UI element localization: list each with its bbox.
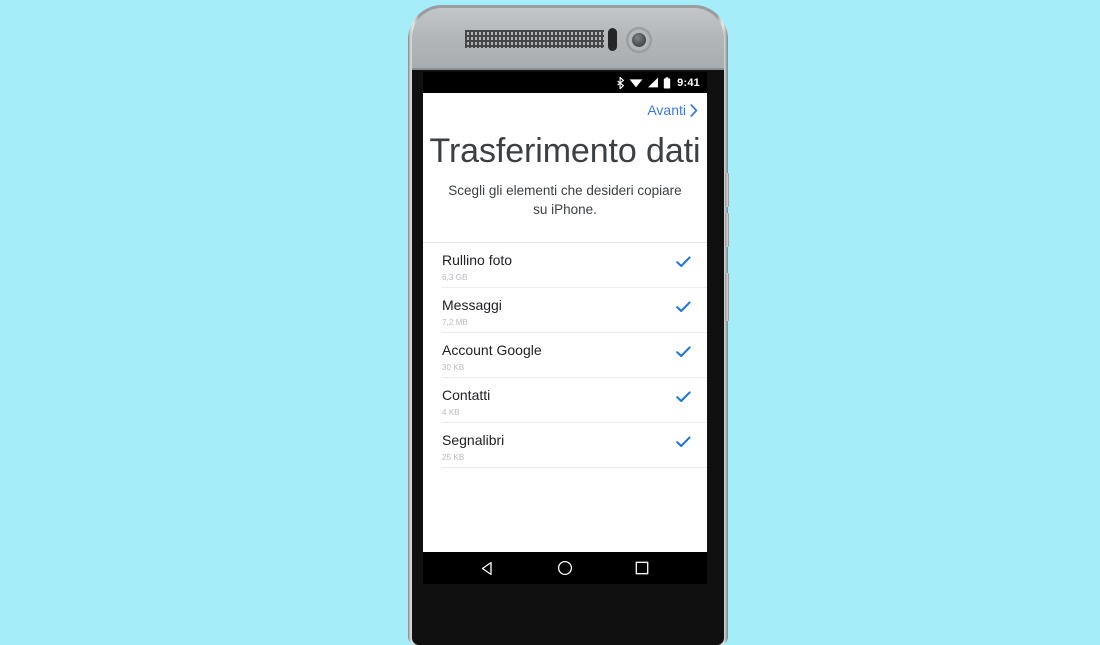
volume-up-button[interactable]: [725, 173, 729, 207]
next-button-label: Avanti: [647, 101, 686, 118]
proximity-sensor-icon: [608, 28, 617, 51]
list-item-label: Contatti: [442, 386, 491, 403]
signal-icon: [648, 77, 659, 88]
phone-device: 9:41 Avanti Trasferimento dati Scegli gl…: [408, 5, 729, 645]
app-content: Avanti Trasferimento dati Scegli gli ele…: [423, 93, 707, 552]
checkmark-icon[interactable]: [676, 301, 691, 313]
checkmark-icon[interactable]: [676, 346, 691, 358]
status-bar-icons: [617, 76, 671, 89]
back-button[interactable]: [471, 552, 505, 584]
checkmark-icon[interactable]: [676, 391, 691, 403]
list-item-text: Contatti 4 KB: [442, 387, 490, 417]
list-item-size: 30 KB: [442, 362, 465, 372]
checkmark-icon[interactable]: [676, 256, 691, 268]
list-item-label: Segnalibri: [442, 431, 505, 448]
list-item-label: Rullino foto: [442, 251, 513, 268]
list-item-size: 25 KB: [442, 452, 465, 462]
list-item[interactable]: Messaggi 7,2 MB: [423, 288, 707, 333]
page-subtitle: Scegli gli elementi che desideri copiare…: [448, 182, 682, 218]
battery-icon: [663, 76, 671, 88]
list-item-label: Messaggi: [442, 296, 502, 313]
volume-down-button[interactable]: [725, 213, 729, 247]
wallpaper-background: 9:41 Avanti Trasferimento dati Scegli gl…: [0, 0, 1100, 645]
list-item[interactable]: Segnalibri 25 KB: [423, 423, 707, 468]
square-icon: [635, 561, 649, 575]
android-navigation-bar: [423, 552, 707, 584]
list-item-text: Rullino foto 6,3 GB: [442, 252, 512, 282]
list-item-size: 6,3 GB: [442, 272, 468, 282]
next-button[interactable]: Avanti: [647, 103, 698, 117]
checkmark-icon[interactable]: [676, 436, 691, 448]
triangle-left-icon: [481, 561, 492, 575]
status-bar-clock: 9:41: [677, 76, 700, 89]
status-bar: 9:41: [423, 72, 707, 93]
bluetooth-icon: [617, 76, 625, 89]
page-title: Trasferimento dati: [429, 132, 701, 170]
wifi-icon: [629, 79, 643, 88]
list-item[interactable]: Contatti 4 KB: [423, 378, 707, 423]
home-button[interactable]: [548, 552, 582, 584]
power-button[interactable]: [725, 273, 729, 321]
chevron-right-icon: [690, 103, 698, 117]
list-item-text: Segnalibri 25 KB: [442, 432, 504, 462]
transfer-items-list: Rullino foto 6,3 GB Messaggi 7,2 MB Acco…: [423, 241, 707, 468]
recents-button[interactable]: [625, 552, 659, 584]
list-item[interactable]: Account Google 30 KB: [423, 333, 707, 378]
list-item-size: 7,2 MB: [442, 317, 468, 327]
list-item-label: Account Google: [442, 341, 542, 358]
list-item-text: Messaggi 7,2 MB: [442, 297, 502, 327]
list-item[interactable]: Rullino foto 6,3 GB: [423, 243, 707, 288]
front-camera-icon: [626, 27, 652, 53]
list-item-size: 4 KB: [442, 407, 460, 417]
circle-icon: [557, 560, 573, 576]
list-item-text: Account Google 30 KB: [442, 342, 542, 372]
phone-screen: 9:41 Avanti Trasferimento dati Scegli gl…: [423, 72, 707, 584]
app-top-bar: Avanti: [423, 93, 707, 126]
earpiece-speaker-grille: [465, 30, 604, 48]
